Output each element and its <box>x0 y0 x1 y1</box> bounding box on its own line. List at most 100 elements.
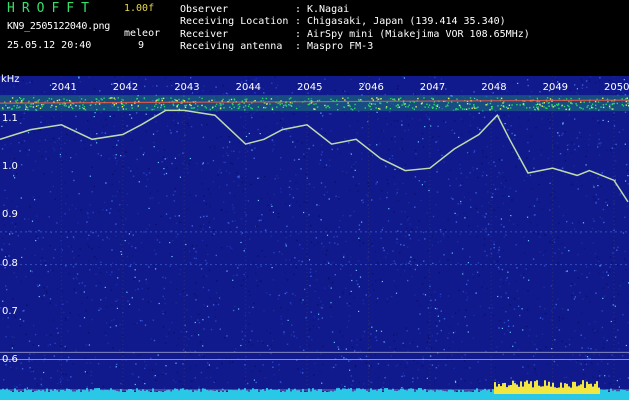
noise-pixel <box>562 122 564 124</box>
noise-pixel <box>497 381 500 383</box>
floor-bar <box>312 388 314 394</box>
noise-pixel <box>501 159 503 161</box>
floor-bar <box>584 387 586 394</box>
noise-pixel <box>163 156 165 158</box>
noise-pixel <box>512 325 515 327</box>
noise-pixel <box>523 236 525 238</box>
noise-pixel <box>154 375 156 377</box>
noise-pixel <box>475 192 477 194</box>
noise-pixel <box>386 196 388 199</box>
noise-pixel <box>234 220 236 222</box>
noise-pixel <box>270 235 273 237</box>
floor-bar <box>330 390 332 394</box>
noise-pixel <box>182 349 185 351</box>
noise-pixel <box>28 357 30 359</box>
noise-pixel <box>305 317 307 319</box>
noise-pixel <box>602 277 604 279</box>
app-title: HROFFT <box>7 1 96 16</box>
band-pixel <box>370 103 373 105</box>
noise-pixel <box>220 247 223 249</box>
noise-pixel <box>313 186 315 189</box>
noise-pixel <box>551 242 553 244</box>
noise-pixel <box>3 379 5 381</box>
noise-pixel <box>526 175 528 177</box>
noise-pixel <box>92 231 94 234</box>
noise-pixel <box>622 314 624 316</box>
band-pixel <box>155 100 157 102</box>
noise-pixel <box>605 199 608 201</box>
noise-pixel <box>79 248 81 250</box>
noise-pixel <box>165 365 167 367</box>
band-pixel <box>390 97 392 100</box>
noise-pixel <box>37 129 39 132</box>
noise-pixel <box>513 297 516 300</box>
noise-pixel <box>376 339 378 342</box>
band-pixel <box>371 97 373 100</box>
noise-pixel <box>378 376 380 379</box>
noise-pixel <box>505 136 508 138</box>
noise-pixel <box>124 240 126 242</box>
noise-pixel <box>186 309 188 311</box>
header-panel: HROFFT 1.00f KN9_2505122040.png meleor 9… <box>0 0 629 76</box>
band-pixel <box>63 104 66 107</box>
band-pixel <box>51 104 53 107</box>
noise-pixel <box>107 342 109 344</box>
band-pixel <box>411 107 414 109</box>
noise-pixel <box>186 294 188 296</box>
noise-pixel <box>104 286 106 288</box>
noise-pixel <box>179 268 182 271</box>
noise-pixel <box>500 223 503 226</box>
noise-pixel <box>148 266 150 268</box>
floor-bar <box>186 389 188 394</box>
noise-pixel <box>190 386 193 389</box>
noise-pixel <box>246 150 249 152</box>
band-pixel <box>535 104 537 106</box>
noise-pixel <box>365 294 367 296</box>
noise-pixel <box>541 208 543 210</box>
noise-pixel <box>438 271 440 274</box>
band-pixel <box>367 104 370 106</box>
noise-pixel <box>208 269 211 272</box>
band-pixel <box>125 108 127 110</box>
noise-pixel <box>128 265 130 267</box>
noise-pixel <box>333 341 335 343</box>
noise-pixel <box>231 163 234 165</box>
noise-pixel <box>301 142 303 144</box>
noise-pixel <box>435 322 437 324</box>
noise-pixel <box>440 310 442 312</box>
noise-pixel <box>497 251 499 254</box>
noise-pixel <box>460 172 462 174</box>
noise-pixel <box>378 143 381 145</box>
noise-pixel <box>335 195 337 197</box>
noise-pixel <box>386 252 389 255</box>
band-pixel <box>489 102 492 105</box>
band-pixel <box>508 104 511 106</box>
noise-pixel <box>29 353 31 355</box>
noise-pixel <box>359 239 361 242</box>
band-pixel <box>571 102 573 105</box>
noise-pixel <box>564 160 566 162</box>
floor-bar <box>434 391 436 394</box>
noise-pixel <box>284 272 286 274</box>
floor-bar <box>6 388 8 394</box>
floor-bar <box>272 389 274 394</box>
noise-pixel <box>428 118 430 120</box>
noise-pixel <box>473 151 475 153</box>
noise-pixel <box>93 116 95 118</box>
noise-pixel <box>157 149 159 152</box>
noise-pixel <box>47 270 49 273</box>
noise-pixel <box>515 280 517 282</box>
noise-pixel <box>485 228 487 230</box>
noise-pixel <box>526 309 529 311</box>
noise-pixel <box>185 336 187 338</box>
noise-pixel <box>249 294 251 297</box>
floor-bar <box>76 390 78 394</box>
floor-bar <box>162 391 164 394</box>
noise-pixel <box>513 223 515 225</box>
noise-pixel <box>429 285 431 288</box>
band-pixel <box>189 104 191 106</box>
noise-pixel <box>292 293 294 295</box>
noise-pixel <box>253 157 255 159</box>
band-pixel <box>369 105 372 108</box>
noise-pixel <box>434 380 436 382</box>
